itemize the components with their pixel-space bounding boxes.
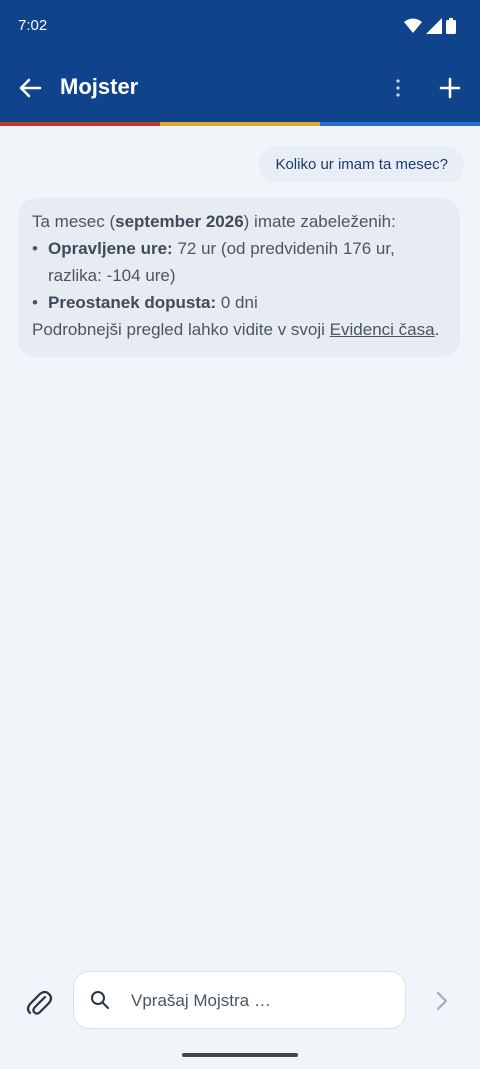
stripe-red: [0, 122, 160, 126]
bot-list: Opravljene ure: 72 ur (od predvidenih 17…: [32, 235, 444, 316]
user-message-bubble: Koliko ur imam ta mesec?: [259, 146, 464, 183]
list-item-label: Opravljene ure:: [48, 239, 173, 258]
bot-outro: Podrobnejši pregled lahko vidite v svoji…: [32, 316, 444, 343]
more-vert-icon[interactable]: [388, 76, 408, 100]
list-item: Preostanek dopusta: 0 dni: [32, 289, 444, 316]
gesture-bar[interactable]: [182, 1053, 298, 1057]
message-input-container[interactable]: [73, 971, 406, 1029]
wifi-icon: [404, 18, 422, 33]
bot-outro-pre: Podrobnejši pregled lahko vidite v svoji: [32, 320, 330, 339]
plus-icon[interactable]: [438, 76, 462, 100]
bot-intro-pre: Ta mesec (: [32, 212, 116, 231]
composer: [0, 966, 480, 1036]
search-icon: [91, 991, 109, 1009]
message-input[interactable]: [129, 986, 393, 1016]
signal-icon: [426, 18, 442, 34]
bot-intro-post: ) imate zabeleženih:: [243, 212, 396, 231]
status-icons: [404, 18, 456, 34]
bot-message-bubble: Ta mesec (september 2026) imate zabeleže…: [18, 198, 460, 357]
status-bar: 7:02: [0, 0, 480, 56]
brand-stripes: [0, 122, 480, 126]
status-time: 7:02: [18, 17, 48, 34]
list-item: Opravljene ure: 72 ur (od predvidenih 17…: [32, 235, 444, 289]
app-title: Mojster: [60, 74, 139, 99]
arrow-left-icon[interactable]: [16, 76, 44, 100]
list-item-label: Preostanek dopusta:: [48, 293, 217, 312]
paperclip-icon[interactable]: [24, 988, 54, 1018]
bot-intro-month: september 2026: [115, 212, 244, 231]
bot-intro: Ta mesec (september 2026) imate zabeleže…: [32, 208, 444, 235]
user-message-text: Koliko ur imam ta mesec?: [275, 156, 448, 173]
stripe-blue: [320, 122, 480, 126]
bot-outro-post: .: [434, 320, 440, 339]
chevron-right-icon[interactable]: [432, 990, 452, 1012]
app-bar: Mojster: [0, 56, 480, 122]
list-item-value: 0 dni: [216, 293, 258, 312]
battery-icon: [446, 18, 456, 34]
stripe-yellow: [160, 122, 320, 126]
time-records-link[interactable]: Evidenci časa: [330, 320, 435, 339]
